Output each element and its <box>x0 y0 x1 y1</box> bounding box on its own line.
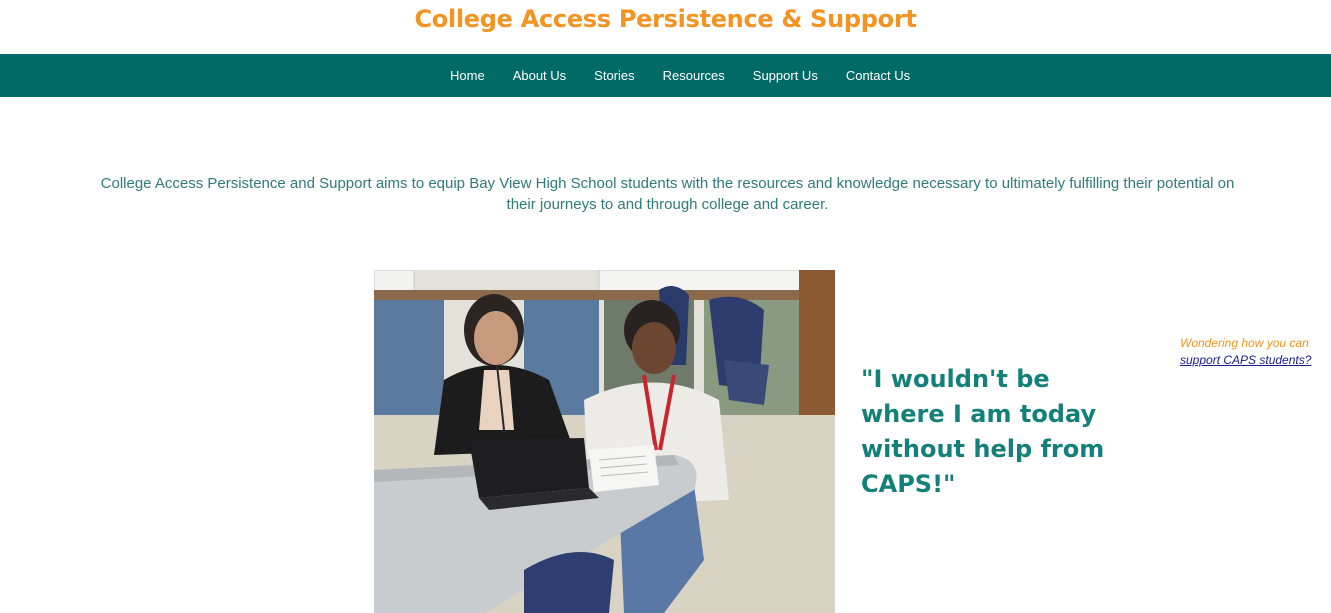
student-mentor-photo <box>374 270 835 613</box>
support-callout: Wondering how you can support CAPS stude… <box>1180 335 1325 369</box>
mission-statement: College Access Persistence and Support a… <box>100 175 1235 213</box>
nav-item-resources[interactable]: Resources <box>649 68 739 83</box>
main-navbar: Home About Us Stories Resources Support … <box>0 54 1331 97</box>
nav-item-stories[interactable]: Stories <box>580 68 648 83</box>
nav-item-contact-us[interactable]: Contact Us <box>832 68 924 83</box>
support-caps-link[interactable]: support CAPS students? <box>1180 352 1325 369</box>
site-title: College Access Persistence & Support <box>414 5 917 33</box>
site-header: College Access Persistence & Support <box>0 0 1331 54</box>
nav-item-support-us[interactable]: Support Us <box>739 68 832 83</box>
nav-item-home[interactable]: Home <box>436 68 499 83</box>
nav-list: Home About Us Stories Resources Support … <box>436 54 924 97</box>
testimonial-quote: "I wouldn't be where I am today without … <box>861 365 1105 498</box>
support-callout-text: Wondering how you can <box>1180 336 1309 350</box>
nav-item-about-us[interactable]: About Us <box>499 68 580 83</box>
photo-illustration <box>374 270 835 613</box>
